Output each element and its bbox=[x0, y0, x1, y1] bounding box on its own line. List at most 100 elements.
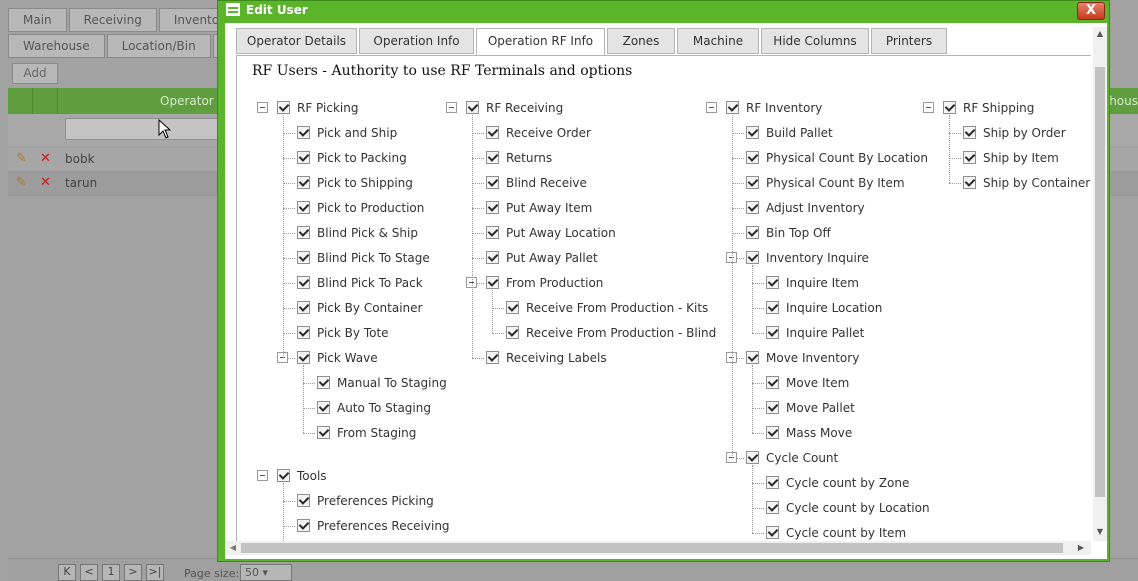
prev-page-button[interactable]: < bbox=[80, 564, 98, 581]
collapse-toggle-icon[interactable] bbox=[257, 470, 268, 481]
scroll-down-icon[interactable]: ▼ bbox=[1093, 525, 1107, 539]
checkbox-checked-icon[interactable] bbox=[297, 351, 310, 364]
checkbox-checked-icon[interactable] bbox=[766, 326, 779, 339]
tree-node-label: Receive Order bbox=[506, 126, 591, 140]
checkbox-checked-icon[interactable] bbox=[297, 326, 310, 339]
checkbox-checked-icon[interactable] bbox=[746, 201, 759, 214]
tree-node-label: Put Away Location bbox=[506, 226, 616, 240]
checkbox-checked-icon[interactable] bbox=[746, 176, 759, 189]
tab-warehouse[interactable]: Warehouse bbox=[8, 34, 105, 58]
checkbox-checked-icon[interactable] bbox=[746, 126, 759, 139]
first-page-button[interactable]: K bbox=[58, 564, 76, 581]
collapse-toggle-icon[interactable] bbox=[706, 102, 717, 113]
tree-node-label: Preferences Picking bbox=[317, 494, 434, 508]
checkbox-checked-icon[interactable] bbox=[317, 426, 330, 439]
checkbox-checked-icon[interactable] bbox=[486, 201, 499, 214]
tree-connector-line bbox=[732, 133, 744, 134]
checkbox-checked-icon[interactable] bbox=[297, 126, 310, 139]
checkbox-checked-icon[interactable] bbox=[486, 226, 499, 239]
checkbox-checked-icon[interactable] bbox=[766, 376, 779, 389]
checkbox-checked-icon[interactable] bbox=[746, 226, 759, 239]
tab-receiving[interactable]: Receiving bbox=[68, 8, 157, 32]
checkbox-checked-icon[interactable] bbox=[766, 401, 779, 414]
delete-icon[interactable]: ✕ bbox=[40, 175, 51, 190]
tab-printers[interactable]: Printers bbox=[871, 28, 947, 54]
checkbox-checked-icon[interactable] bbox=[726, 101, 739, 114]
checkbox-checked-icon[interactable] bbox=[297, 251, 310, 264]
checkbox-checked-icon[interactable] bbox=[486, 151, 499, 164]
tab-operator-details[interactable]: Operator Details bbox=[236, 28, 357, 54]
next-page-button[interactable]: > bbox=[124, 564, 142, 581]
tab-operation-info[interactable]: Operation Info bbox=[359, 28, 474, 54]
checkbox-checked-icon[interactable] bbox=[317, 376, 330, 389]
checkbox-checked-icon[interactable] bbox=[963, 126, 976, 139]
checkbox-checked-icon[interactable] bbox=[746, 251, 759, 264]
scroll-right-icon[interactable]: ▶ bbox=[1075, 541, 1087, 555]
operator-filter-input[interactable] bbox=[65, 118, 225, 140]
tree-connector-line bbox=[732, 115, 733, 458]
tab-machine[interactable]: Machine bbox=[677, 28, 759, 54]
close-button[interactable]: X bbox=[1077, 2, 1105, 20]
checkbox-checked-icon[interactable] bbox=[766, 476, 779, 489]
horizontal-scrollbar[interactable]: ◀ ▶ bbox=[225, 541, 1091, 555]
tab-main[interactable]: Main bbox=[8, 8, 67, 32]
checkbox-checked-icon[interactable] bbox=[297, 519, 310, 532]
scrollbar-thumb[interactable] bbox=[1095, 67, 1105, 497]
tree-connector-line bbox=[283, 483, 284, 541]
scroll-up-icon[interactable]: ▲ bbox=[1093, 27, 1107, 41]
dialog-body: Operator Details Operation Info Operatio… bbox=[225, 23, 1107, 559]
checkbox-checked-icon[interactable] bbox=[297, 201, 310, 214]
checkbox-checked-icon[interactable] bbox=[486, 126, 499, 139]
checkbox-checked-icon[interactable] bbox=[486, 251, 499, 264]
checkbox-checked-icon[interactable] bbox=[766, 301, 779, 314]
mouse-cursor-icon bbox=[158, 119, 172, 139]
checkbox-checked-icon[interactable] bbox=[746, 351, 759, 364]
tab-operation-rf-info[interactable]: Operation RF Info bbox=[476, 28, 605, 56]
checkbox-checked-icon[interactable] bbox=[297, 301, 310, 314]
dialog-titlebar[interactable]: Edit User X bbox=[218, 1, 1109, 21]
delete-icon[interactable]: ✕ bbox=[40, 151, 51, 166]
page-size-select[interactable]: 50 ▾ bbox=[240, 564, 292, 581]
scroll-left-icon[interactable]: ◀ bbox=[227, 541, 239, 555]
tree-connector-line bbox=[949, 183, 961, 184]
collapse-toggle-icon[interactable] bbox=[923, 102, 934, 113]
checkbox-checked-icon[interactable] bbox=[506, 326, 519, 339]
checkbox-checked-icon[interactable] bbox=[963, 176, 976, 189]
checkbox-checked-icon[interactable] bbox=[746, 451, 759, 464]
last-page-button[interactable]: >| bbox=[146, 564, 164, 581]
tree-node-label: Blind Pick & Ship bbox=[317, 226, 418, 240]
checkbox-checked-icon[interactable] bbox=[297, 226, 310, 239]
checkbox-checked-icon[interactable] bbox=[277, 469, 290, 482]
collapse-toggle-icon[interactable] bbox=[446, 102, 457, 113]
tab-hide-columns[interactable]: Hide Columns bbox=[761, 28, 869, 54]
collapse-toggle-icon[interactable] bbox=[257, 102, 268, 113]
checkbox-checked-icon[interactable] bbox=[277, 101, 290, 114]
checkbox-checked-icon[interactable] bbox=[486, 276, 499, 289]
checkbox-checked-icon[interactable] bbox=[766, 526, 779, 539]
tab-location-bin[interactable]: Location/Bin bbox=[106, 34, 211, 58]
scrollbar-thumb[interactable] bbox=[241, 543, 1063, 553]
checkbox-checked-icon[interactable] bbox=[466, 101, 479, 114]
checkbox-checked-icon[interactable] bbox=[963, 151, 976, 164]
checkbox-checked-icon[interactable] bbox=[766, 426, 779, 439]
checkbox-checked-icon[interactable] bbox=[766, 501, 779, 514]
checkbox-checked-icon[interactable] bbox=[317, 401, 330, 414]
tree-node-label: Ship by Item bbox=[983, 151, 1059, 165]
checkbox-checked-icon[interactable] bbox=[943, 101, 956, 114]
tab-zones[interactable]: Zones bbox=[607, 28, 675, 54]
checkbox-checked-icon[interactable] bbox=[297, 276, 310, 289]
checkbox-checked-icon[interactable] bbox=[766, 276, 779, 289]
vertical-scrollbar[interactable]: ▲ ▼ bbox=[1093, 27, 1107, 541]
add-button[interactable]: Add bbox=[12, 63, 58, 84]
page-number[interactable]: 1 bbox=[102, 564, 120, 581]
checkbox-checked-icon[interactable] bbox=[486, 351, 499, 364]
checkbox-checked-icon[interactable] bbox=[297, 151, 310, 164]
checkbox-checked-icon[interactable] bbox=[297, 176, 310, 189]
pencil-icon[interactable]: ✎ bbox=[16, 175, 27, 190]
checkbox-checked-icon[interactable] bbox=[297, 494, 310, 507]
checkbox-checked-icon[interactable] bbox=[746, 151, 759, 164]
tree-node-label: Pick to Shipping bbox=[317, 176, 413, 190]
pencil-icon[interactable]: ✎ bbox=[16, 151, 27, 166]
checkbox-checked-icon[interactable] bbox=[506, 301, 519, 314]
checkbox-checked-icon[interactable] bbox=[486, 176, 499, 189]
